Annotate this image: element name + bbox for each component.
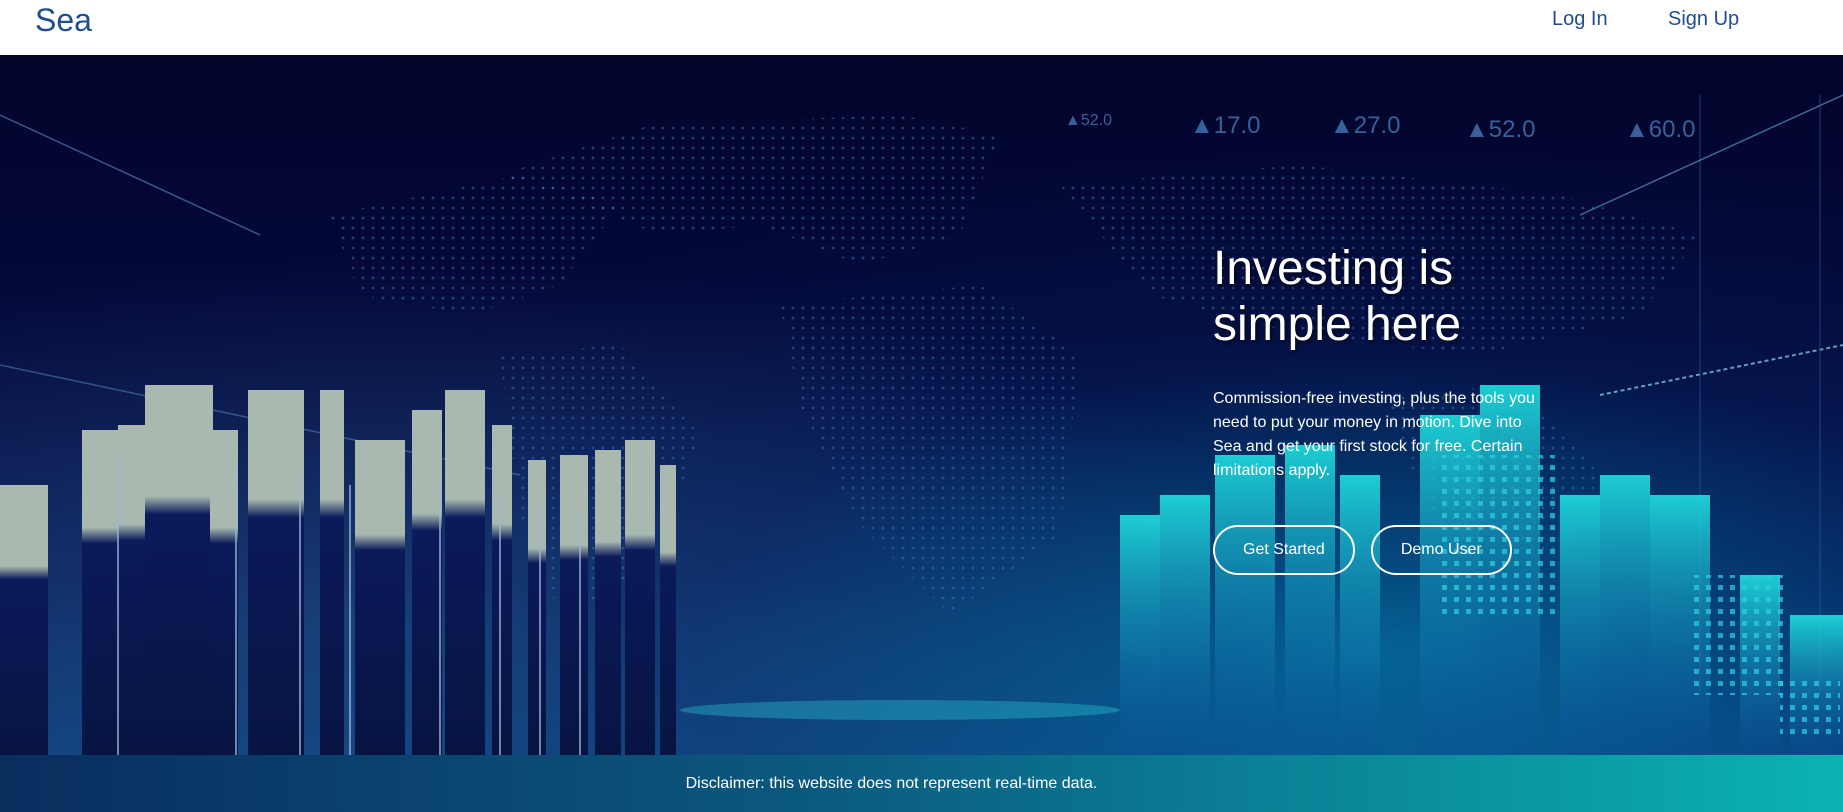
stock-market-background-image: ▲17.0 ▲27.0 ▲52.0 ▲60.0 ▲52.0 [0, 94, 1843, 755]
navbar: Sea Log In Sign Up [0, 0, 1843, 55]
hero-section: ▲17.0 ▲27.0 ▲52.0 ▲60.0 ▲52.0 Investing … [0, 55, 1843, 755]
svg-text:▲52.0: ▲52.0 [1065, 112, 1112, 129]
svg-text:▲60.0: ▲60.0 [1625, 116, 1695, 143]
disclaimer-bar: Disclaimer: this website does not repres… [0, 755, 1843, 812]
demo-user-button[interactable]: Demo User [1370, 525, 1512, 575]
hero-buttons: Get Started Demo User [1213, 525, 1553, 575]
hero-title: Investing is simple here [1213, 242, 1462, 351]
hero-description: Commission-free investing, plus the tool… [1213, 390, 1535, 479]
signup-link[interactable]: Sign Up [1668, 8, 1739, 31]
hero-content: Investing is simple here Commission-free… [1213, 241, 1553, 575]
get-started-button[interactable]: Get Started [1213, 525, 1355, 575]
login-link[interactable]: Log In [1552, 8, 1608, 31]
disclaimer-text: Disclaimer: this website does not repres… [685, 774, 1098, 792]
svg-text:▲52.0: ▲52.0 [1465, 116, 1535, 143]
brand-logo[interactable]: Sea [35, 2, 92, 39]
svg-text:▲17.0: ▲17.0 [1190, 112, 1260, 139]
svg-text:▲27.0: ▲27.0 [1330, 112, 1400, 139]
